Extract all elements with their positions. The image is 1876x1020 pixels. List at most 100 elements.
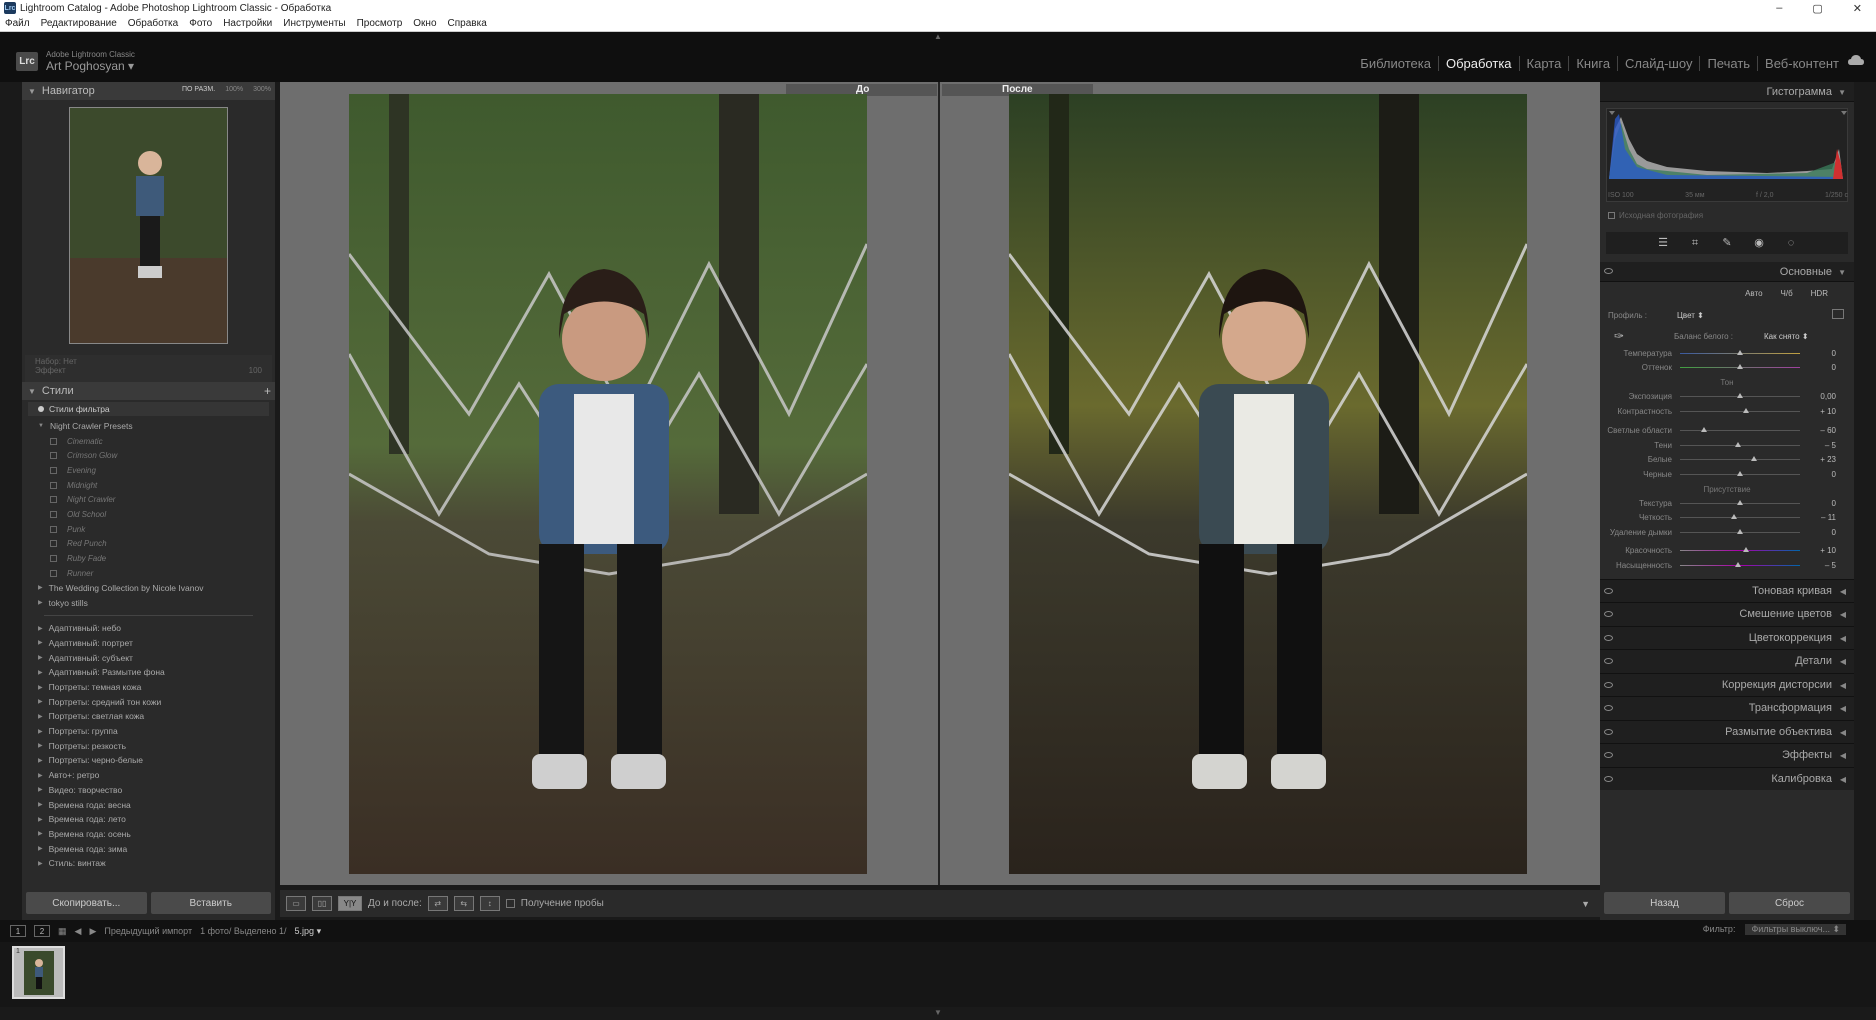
slider-row[interactable]: Светлые области – 60 — [1600, 423, 1854, 438]
slider-value[interactable]: 0 — [1832, 499, 1836, 508]
wb-select[interactable]: Как снято ⬍ — [1764, 332, 1809, 341]
profile-select[interactable]: Цвет ⬍ — [1677, 311, 1704, 320]
next-icon[interactable]: ▶ — [89, 926, 96, 937]
panel-header[interactable]: Размытие объектива ◀ — [1600, 719, 1854, 744]
preset-group[interactable]: ▶ Адаптивный: субъект — [22, 650, 275, 665]
collapse-top-icon[interactable]: ▲ — [934, 32, 942, 41]
preset-item[interactable]: Night Crawler — [22, 492, 275, 507]
identity-name[interactable]: Art Poghosyan ▾ — [46, 59, 135, 73]
slider-knob[interactable] — [1737, 349, 1743, 355]
preset-group[interactable]: ▶ Адаптивный: Размытие фона — [22, 665, 275, 680]
eyedropper-icon[interactable]: ✑ — [1614, 329, 1674, 343]
slider-knob[interactable] — [1737, 470, 1743, 476]
menu-item-8[interactable]: Справка — [448, 18, 487, 29]
menu-item-2[interactable]: Обработка — [128, 18, 178, 29]
slider-value[interactable]: + 23 — [1820, 455, 1836, 464]
eye-icon[interactable] — [1604, 268, 1613, 274]
slider-knob[interactable] — [1737, 528, 1743, 534]
original-photo-toggle[interactable]: Исходная фотография — [1608, 211, 1703, 220]
slider-track[interactable] — [1680, 427, 1800, 433]
eye-icon[interactable] — [1604, 728, 1613, 735]
copy-before-to-after-icon[interactable]: ⇄ — [427, 896, 448, 911]
close-icon[interactable]: ✕ — [1853, 2, 1862, 15]
slider-knob[interactable] — [1743, 547, 1749, 553]
slider-track[interactable] — [1680, 349, 1800, 355]
preset-group[interactable]: ▶ Адаптивный: портрет — [22, 636, 275, 651]
prev-icon[interactable]: ◀ — [75, 926, 82, 937]
slider-value[interactable]: – 5 — [1825, 441, 1836, 450]
crop-icon[interactable]: ⌗ — [1689, 237, 1701, 249]
slider-knob[interactable] — [1734, 441, 1741, 447]
grid-icon[interactable]: ▦ — [58, 926, 67, 937]
menu-item-3[interactable]: Фото — [189, 18, 212, 29]
panel-header[interactable]: Коррекция дисторсии ◀ — [1600, 672, 1854, 697]
module-1[interactable]: Обработка — [1437, 56, 1519, 71]
reset-button[interactable]: Сброс — [1729, 892, 1850, 914]
slider-value[interactable]: – 60 — [1820, 426, 1836, 435]
preset-group[interactable]: ▶ Портреты: темная кожа — [22, 680, 275, 695]
preset-group[interactable]: ▶ Портреты: светлая кожа — [22, 709, 275, 724]
copy-after-to-before-icon[interactable]: ⇆ — [453, 896, 474, 911]
module-4[interactable]: Слайд-шоу — [1617, 56, 1699, 71]
zoom-300[interactable]: 300% — [253, 86, 271, 93]
eye-icon[interactable] — [1604, 705, 1613, 712]
slider-track[interactable] — [1680, 499, 1800, 505]
zoom-fit[interactable]: ПО РАЗМ. — [182, 86, 215, 93]
menu-item-1[interactable]: Редактирование — [41, 18, 117, 29]
eye-icon[interactable] — [1604, 775, 1613, 782]
slider-row[interactable]: Четкость – 11 — [1600, 510, 1854, 525]
slider-knob[interactable] — [1743, 407, 1749, 413]
preset-item[interactable]: Red Punch — [22, 537, 275, 552]
slider-knob[interactable] — [1737, 392, 1743, 398]
toolbar-menu-icon[interactable]: ▼ — [1581, 899, 1590, 909]
slider-track[interactable] — [1680, 441, 1800, 447]
slider-row[interactable]: Черные 0 — [1600, 467, 1854, 482]
slider-knob[interactable] — [1701, 427, 1707, 433]
menu-item-4[interactable]: Настройки — [223, 18, 272, 29]
slider-track[interactable] — [1680, 470, 1800, 476]
collapse-bottom-icon[interactable]: ▼ — [934, 1008, 942, 1017]
paste-button[interactable]: Вставить — [150, 892, 271, 914]
right-panel-strip[interactable] — [1862, 82, 1876, 922]
navigator-preview[interactable] — [69, 107, 228, 344]
window-2-button[interactable]: 2 — [34, 925, 50, 937]
slider-knob[interactable] — [1731, 514, 1737, 520]
file-name[interactable]: 5.jpg ▾ — [295, 926, 322, 937]
slider-row[interactable]: Насыщенность – 5 — [1600, 558, 1854, 573]
window-1-button[interactable]: 1 — [10, 925, 26, 937]
module-5[interactable]: Печать — [1699, 56, 1757, 71]
slider-value[interactable]: 0 — [1832, 363, 1836, 372]
slider-value[interactable]: – 5 — [1825, 561, 1836, 570]
eye-icon[interactable] — [1604, 752, 1613, 759]
loupe-view-icon[interactable]: ▭ — [286, 896, 306, 911]
preset-group[interactable]: ▶ Авто+: ретро — [22, 768, 275, 783]
basic-header[interactable]: Основные ▼ — [1600, 262, 1854, 282]
eye-icon[interactable] — [1604, 681, 1613, 688]
slider-knob[interactable] — [1751, 456, 1758, 462]
filmstrip-thumbnail[interactable]: 1 — [12, 946, 65, 999]
preset-item[interactable]: Cinematic — [22, 434, 275, 449]
preset-group[interactable]: ▶ tokyo stills — [22, 595, 275, 610]
presets-header[interactable]: ▼ Стили + — [22, 382, 275, 400]
profile-browser-icon[interactable] — [1832, 309, 1844, 319]
hdr-button[interactable]: HDR — [1811, 289, 1828, 298]
slider-row[interactable]: Оттенок 0 — [1600, 361, 1854, 376]
healing-icon[interactable]: ✎ — [1721, 237, 1733, 249]
edit-sliders-icon[interactable]: ☰ — [1657, 237, 1669, 249]
slider-track[interactable] — [1680, 561, 1800, 567]
slider-row[interactable]: Красочность + 10 — [1600, 544, 1854, 559]
slider-value[interactable]: + 10 — [1820, 546, 1836, 555]
preset-group[interactable]: ▶ Портреты: группа — [22, 724, 275, 739]
slider-value[interactable]: 0 — [1832, 528, 1836, 537]
slider-track[interactable] — [1680, 364, 1800, 370]
preset-item[interactable]: Punk — [22, 522, 275, 537]
auto-button[interactable]: Авто — [1745, 289, 1762, 298]
preset-item[interactable]: Crimson Glow — [22, 448, 275, 463]
slider-track[interactable] — [1680, 547, 1800, 553]
before-after-mode-button[interactable]: Y|Y — [338, 896, 362, 911]
preset-group[interactable]: ▶ Времена года: лето — [22, 812, 275, 827]
slider-row[interactable]: Контрастность + 10 — [1600, 404, 1854, 419]
panel-header[interactable]: Цветокоррекция ◀ — [1600, 625, 1854, 650]
copy-button[interactable]: Скопировать... — [26, 892, 147, 914]
preset-group[interactable]: ▶ Времена года: зима — [22, 841, 275, 856]
